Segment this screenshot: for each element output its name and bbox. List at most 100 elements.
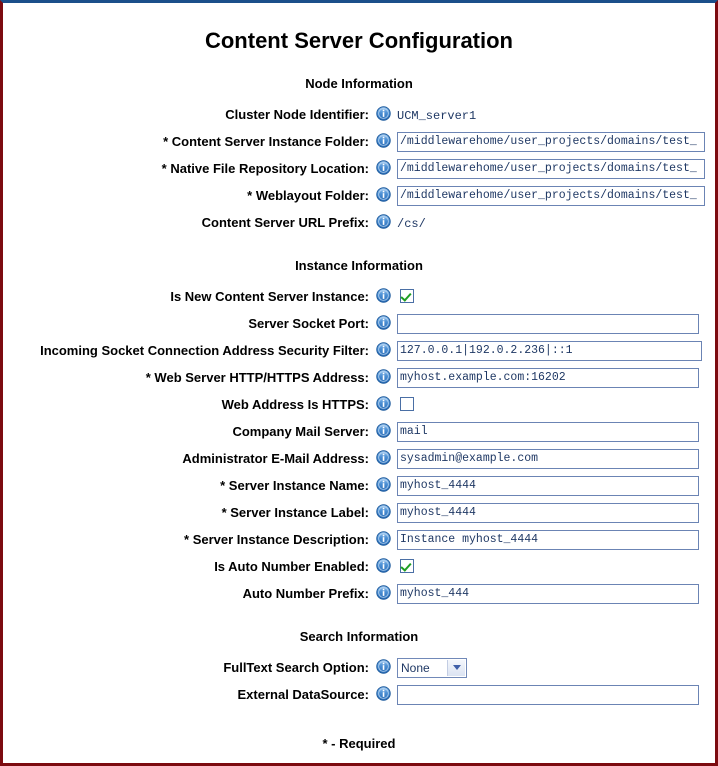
info-icon-cell-content-server-instance-folder[interactable] (369, 128, 397, 155)
info-icon[interactable] (375, 585, 391, 600)
info-icon[interactable] (375, 659, 391, 674)
info-icon[interactable] (375, 315, 391, 330)
info-icon[interactable] (375, 423, 391, 438)
info-icon[interactable] (375, 504, 391, 519)
info-icon[interactable] (375, 531, 391, 546)
field-cell-administrator-e-mail-address (397, 445, 715, 472)
info-icon-cell-native-file-repository-location[interactable] (369, 155, 397, 182)
label-incoming-socket-connection-address-security-filter: Incoming Socket Connection Address Secur… (40, 343, 369, 358)
input-external-datasource[interactable] (397, 684, 699, 705)
field-cell-external-datasource (397, 681, 715, 708)
info-icon[interactable] (375, 686, 391, 701)
info-icon[interactable] (375, 160, 391, 175)
checkbox-is-auto-number-enabled[interactable] (400, 559, 414, 574)
input-company-mail-server[interactable] (397, 421, 699, 442)
info-icon-cell-content-server-url-prefix[interactable] (369, 209, 397, 236)
info-icon[interactable] (375, 450, 391, 465)
field-cell-server-instance-label (397, 499, 715, 526)
label-server-instance-description: * Server Instance Description: (184, 532, 369, 547)
info-icon-cell-server-socket-port[interactable] (369, 310, 397, 337)
info-icon[interactable] (375, 133, 391, 148)
info-icon[interactable] (375, 396, 391, 411)
info-icon-cell-is-new-content-server-instance[interactable] (369, 283, 397, 310)
select-fulltext-search-option[interactable]: None (397, 657, 467, 678)
label-company-mail-server: Company Mail Server: (232, 424, 369, 439)
info-icon[interactable] (375, 342, 391, 357)
form-row-server-instance-label: * Server Instance Label: (3, 499, 715, 526)
info-icon-cell-web-address-is-https[interactable] (369, 391, 397, 418)
info-icon-cell-weblayout-folder[interactable] (369, 182, 397, 209)
field-cell-server-socket-port (397, 310, 715, 337)
label-weblayout-folder: * Weblayout Folder: (247, 188, 369, 203)
required-note: * - Required (322, 736, 396, 751)
input-server-instance-label[interactable] (397, 502, 699, 523)
input-auto-number-prefix[interactable] (397, 583, 699, 604)
info-icon-cell-server-instance-description[interactable] (369, 526, 397, 553)
form-row-web-address-is-https: Web Address Is HTTPS: (3, 391, 715, 418)
field-cell-company-mail-server (397, 418, 715, 445)
node-information-form: Cluster Node Identifier: UCM_server1 * Con… (3, 101, 715, 236)
field-cell-fulltext-search-option: None (397, 654, 715, 681)
info-icon[interactable] (375, 288, 391, 303)
field-cell-native-file-repository-location (397, 155, 715, 182)
input-incoming-socket-connection-address-security-filter[interactable] (397, 340, 702, 361)
instance-rows: Is New Content Server Instance: Server So… (3, 283, 715, 607)
info-icon[interactable] (375, 477, 391, 492)
info-icon[interactable] (375, 558, 391, 573)
label-fulltext-search-option: FullText Search Option: (223, 660, 369, 675)
form-row-content-server-instance-folder: * Content Server Instance Folder: (3, 128, 715, 155)
info-icon-cell-cluster-node-identifier[interactable] (369, 101, 397, 128)
chevron-down-icon[interactable] (447, 659, 465, 676)
checkbox-web-address-is-https[interactable] (400, 397, 414, 412)
input-server-instance-description[interactable] (397, 529, 699, 550)
info-icon-cell-is-auto-number-enabled[interactable] (369, 553, 397, 580)
field-cell-content-server-instance-folder (397, 128, 715, 155)
info-icon[interactable] (375, 106, 391, 121)
field-cell-is-new-content-server-instance (397, 283, 715, 310)
info-icon[interactable] (375, 369, 391, 384)
section-heading-search: Search Information (299, 629, 419, 644)
form-row-is-new-content-server-instance: Is New Content Server Instance: (3, 283, 715, 310)
field-cell-is-auto-number-enabled (397, 553, 715, 580)
input-native-file-repository-location[interactable] (397, 158, 705, 179)
label-content-server-url-prefix: Content Server URL Prefix: (201, 215, 369, 230)
info-icon-cell-server-instance-name[interactable] (369, 472, 397, 499)
label-server-instance-label: * Server Instance Label: (221, 505, 369, 520)
info-icon-cell-server-instance-label[interactable] (369, 499, 397, 526)
info-icon-cell-web-server-http-https-address[interactable] (369, 364, 397, 391)
form-row-is-auto-number-enabled: Is Auto Number Enabled: (3, 553, 715, 580)
input-content-server-instance-folder[interactable] (397, 131, 705, 152)
input-administrator-e-mail-address[interactable] (397, 448, 699, 469)
field-cell-web-address-is-https (397, 391, 715, 418)
label-web-address-is-https: Web Address Is HTTPS: (221, 397, 369, 412)
static-value-cluster-node-identifier: UCM_server1 (397, 108, 477, 123)
info-icon-cell-administrator-e-mail-address[interactable] (369, 445, 397, 472)
input-weblayout-folder[interactable] (397, 185, 705, 206)
info-icon-cell-fulltext-search-option[interactable] (369, 654, 397, 681)
form-row-server-instance-name: * Server Instance Name: (3, 472, 715, 499)
info-icon-cell-external-datasource[interactable] (369, 681, 397, 708)
field-cell-content-server-url-prefix: /cs/ (397, 209, 715, 236)
form-row-fulltext-search-option: FullText Search Option: None (3, 654, 715, 681)
info-icon-cell-company-mail-server[interactable] (369, 418, 397, 445)
info-icon[interactable] (375, 187, 391, 202)
label-content-server-instance-folder: * Content Server Instance Folder: (163, 134, 369, 149)
info-icon[interactable] (375, 214, 391, 229)
section-heading-instance: Instance Information (295, 258, 423, 273)
label-administrator-e-mail-address: Administrator E-Mail Address: (182, 451, 369, 466)
input-server-socket-port[interactable] (397, 313, 699, 334)
form-row-web-server-http-https-address: * Web Server HTTP/HTTPS Address: (3, 364, 715, 391)
page-title: Content Server Configuration (204, 28, 513, 53)
form-row-server-socket-port: Server Socket Port: (3, 310, 715, 337)
form-row-auto-number-prefix: Auto Number Prefix: (3, 580, 715, 607)
input-web-server-http-https-address[interactable] (397, 367, 699, 388)
content-server-configuration-page: Content Server Configuration Node Inform… (0, 0, 718, 766)
checkbox-is-new-content-server-instance[interactable] (400, 289, 414, 304)
info-icon-cell-auto-number-prefix[interactable] (369, 580, 397, 607)
search-rows: FullText Search Option: None External Data… (3, 654, 715, 708)
input-server-instance-name[interactable] (397, 475, 699, 496)
form-row-server-instance-description: * Server Instance Description: (3, 526, 715, 553)
section-heading-node: Node Information (305, 76, 413, 91)
info-icon-cell-incoming-socket-connection-address-security-filter[interactable] (369, 337, 397, 364)
instance-information-form: Is New Content Server Instance: Server So… (3, 283, 715, 607)
